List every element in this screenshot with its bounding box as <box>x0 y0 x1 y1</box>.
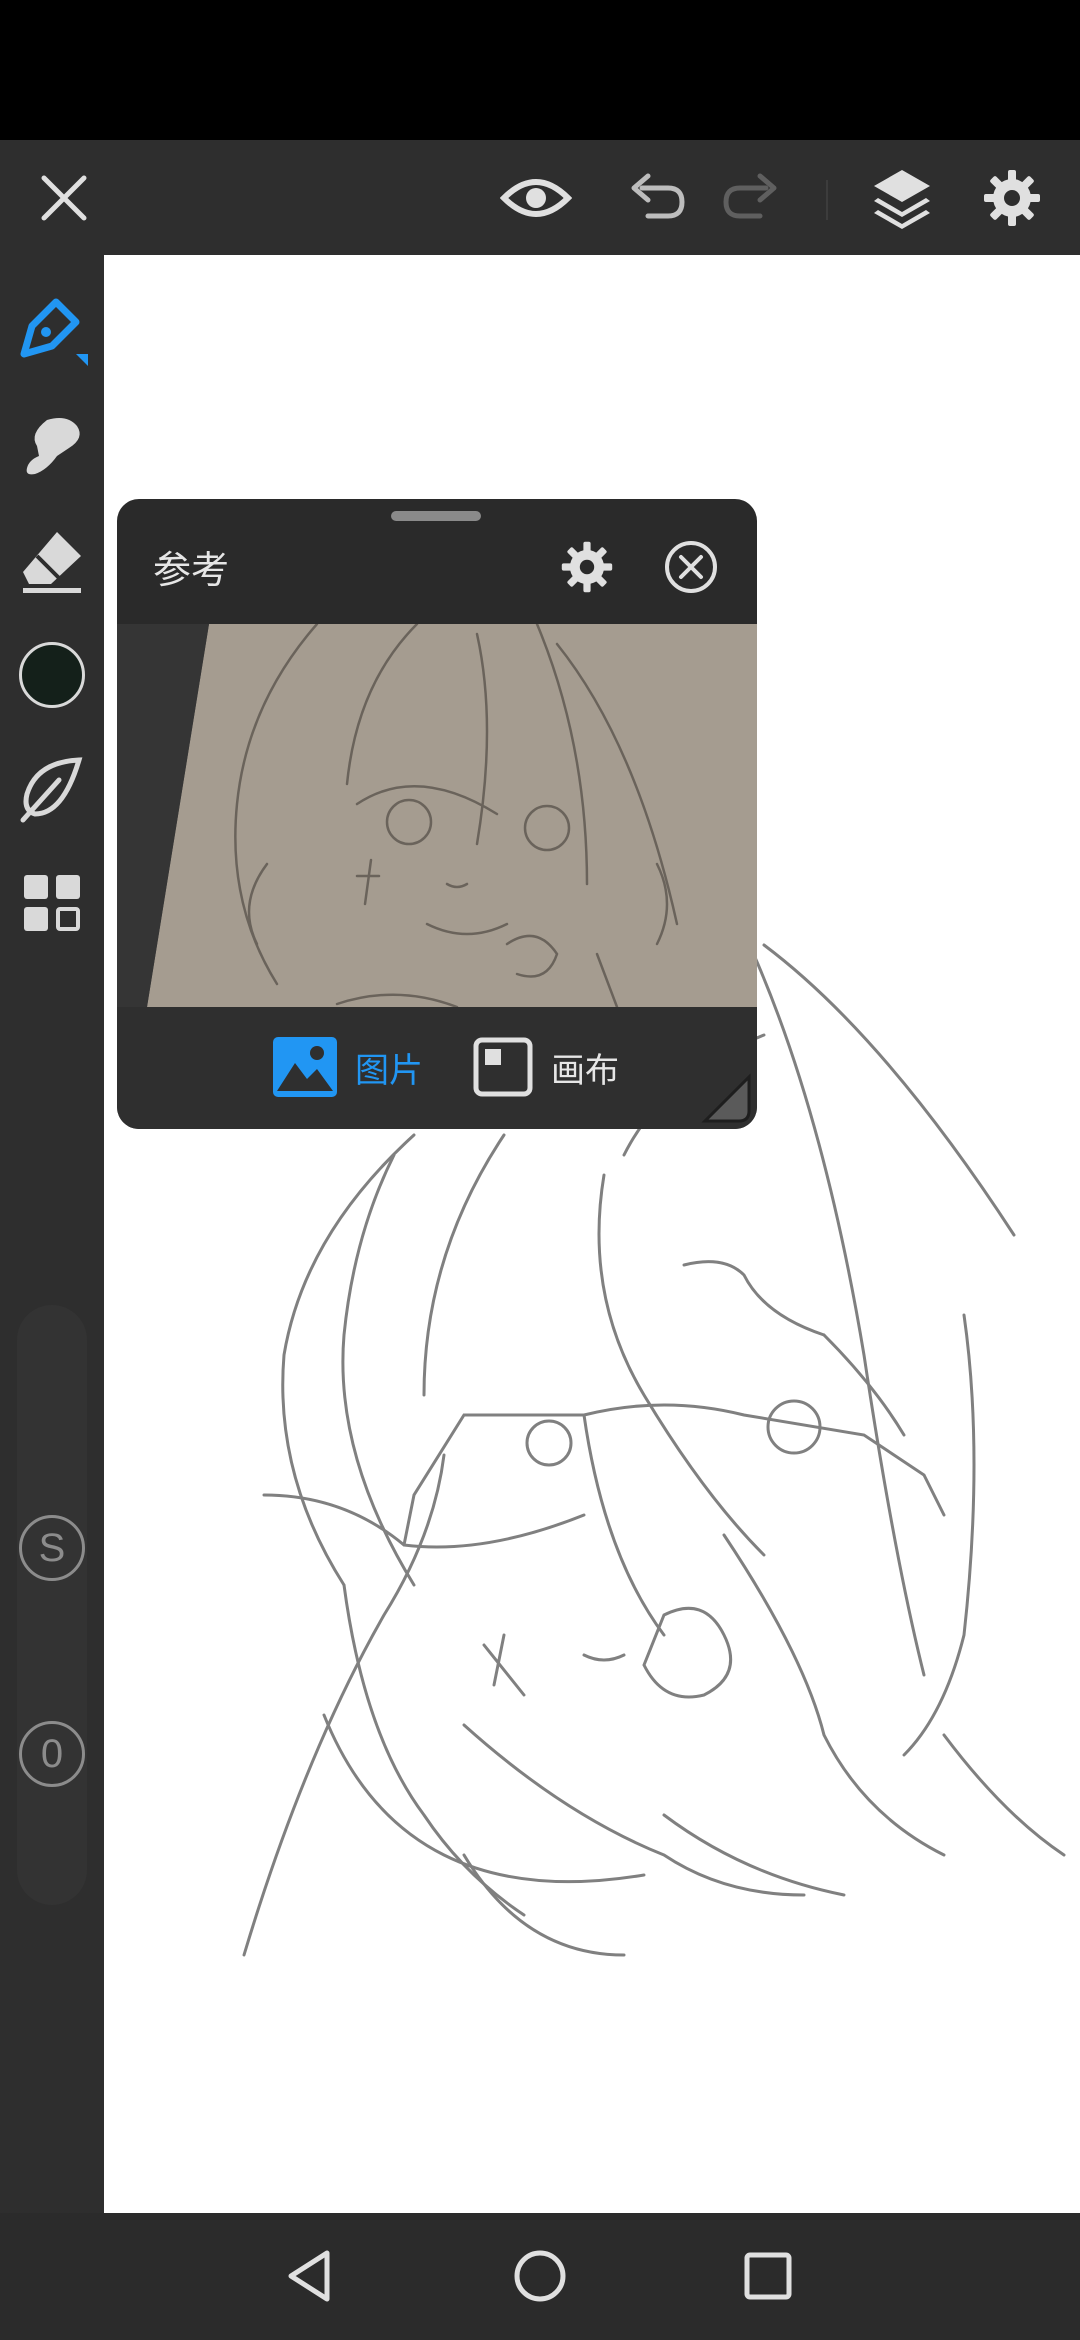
resize-handle[interactable] <box>699 1071 755 1127</box>
reference-panel-title: 参考 <box>153 548 230 592</box>
canvas-icon <box>473 1037 533 1097</box>
more-tools-button[interactable] <box>12 863 92 943</box>
reference-close-button[interactable] <box>653 529 729 605</box>
reference-panel-footer: 图片 画布 <box>117 1007 757 1129</box>
reference-panel-header: 参考 <box>117 499 757 624</box>
nav-home-button[interactable] <box>490 2231 590 2321</box>
color-picker[interactable] <box>12 635 92 715</box>
redo-button[interactable] <box>702 140 802 255</box>
tab-image-label: 图片 <box>355 1050 423 1091</box>
reference-panel: 参考 图片 画布 <box>117 499 757 1129</box>
tab-image[interactable]: 图片 <box>273 1035 423 1099</box>
system-nav-bar <box>0 2213 1080 2340</box>
leaf-icon <box>20 757 83 823</box>
close-icon <box>41 175 87 220</box>
settings-icon <box>984 169 1040 226</box>
opacity-slider[interactable]: 0 <box>19 1721 85 1787</box>
eye-icon <box>500 178 572 217</box>
reference-image[interactable] <box>117 624 757 1007</box>
current-color-swatch <box>19 642 85 708</box>
toolbar-divider <box>826 180 828 220</box>
undo-button[interactable] <box>606 140 706 255</box>
smudge-tool[interactable] <box>12 407 92 487</box>
preview-button[interactable] <box>486 140 586 255</box>
close-circle-icon <box>665 541 717 593</box>
back-icon <box>288 2250 330 2302</box>
leaf-tool[interactable] <box>12 749 92 829</box>
left-toolbar: S 0 <box>0 255 104 2213</box>
eraser-tool[interactable] <box>12 521 92 601</box>
nav-recents-button[interactable] <box>718 2231 818 2321</box>
nav-back-button[interactable] <box>260 2231 360 2321</box>
size-slider[interactable]: S <box>19 1515 85 1581</box>
resize-corner-icon <box>701 1073 751 1123</box>
tab-canvas-label: 画布 <box>551 1050 619 1091</box>
smudge-icon <box>26 418 80 475</box>
top-toolbar <box>0 140 1080 255</box>
reference-settings-button[interactable] <box>549 529 625 605</box>
drag-handle[interactable] <box>391 511 481 521</box>
close-button[interactable] <box>14 140 114 255</box>
settings-icon <box>561 541 613 593</box>
layers-icon <box>874 169 930 229</box>
home-icon <box>514 2250 566 2302</box>
opacity-slider-label: 0 <box>40 1731 64 1776</box>
grid-icon <box>24 875 80 931</box>
recents-icon <box>744 2252 792 2300</box>
brush-slider-track <box>17 1305 87 1905</box>
reference-photo <box>117 624 757 1007</box>
layers-button[interactable] <box>852 140 952 255</box>
settings-button[interactable] <box>962 140 1062 255</box>
status-bar <box>0 0 1080 140</box>
redo-icon <box>723 173 777 218</box>
pen-tool[interactable] <box>12 292 92 372</box>
image-icon <box>273 1037 337 1097</box>
size-slider-label: S <box>38 1525 66 1570</box>
pen-icon <box>20 298 88 366</box>
undo-icon <box>631 173 685 218</box>
tab-canvas[interactable]: 画布 <box>473 1035 619 1099</box>
eraser-icon <box>23 532 81 593</box>
